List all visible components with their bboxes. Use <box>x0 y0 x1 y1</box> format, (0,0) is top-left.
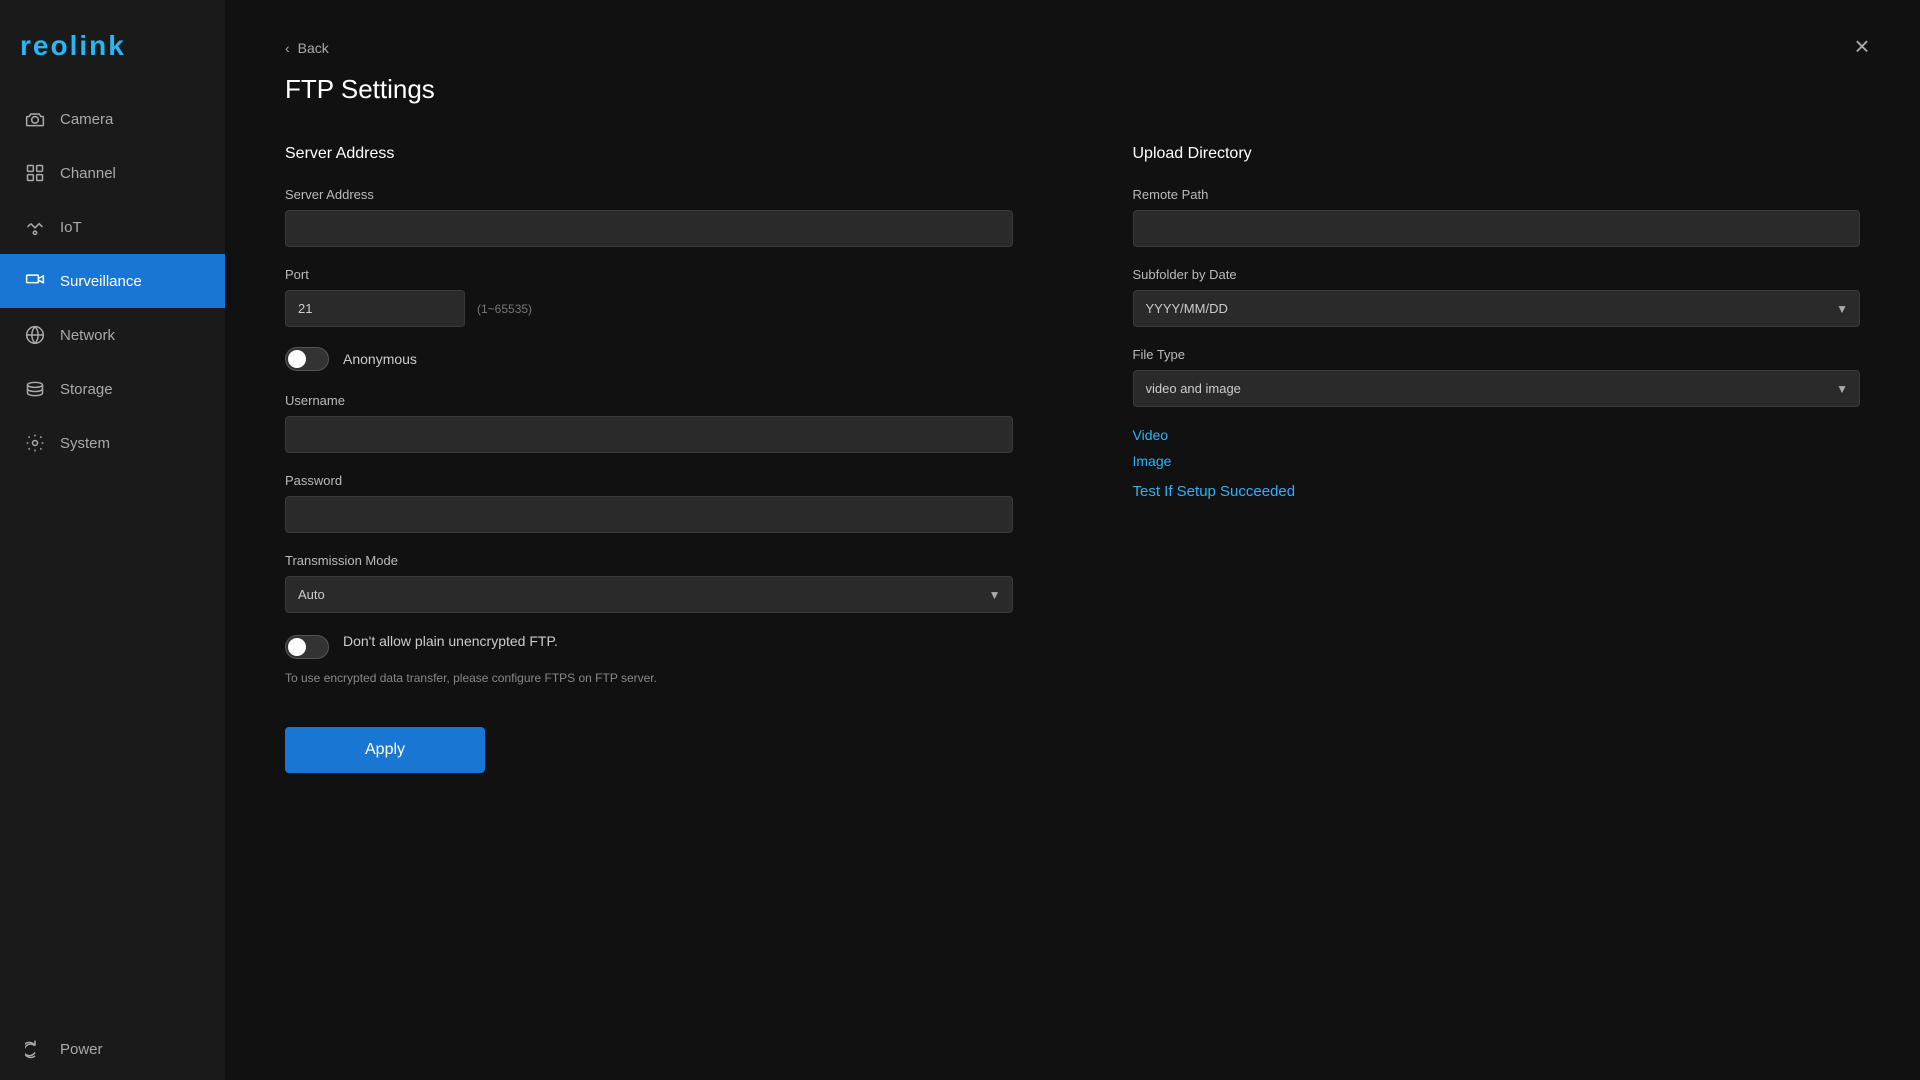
iot-icon <box>24 216 46 238</box>
server-address-label: Server Address <box>285 187 1013 202</box>
main-content: × ‹ Back FTP Settings Server Address Ser… <box>225 0 1920 1080</box>
remote-path-input[interactable] <box>1133 210 1861 247</box>
port-row: (1~65535) <box>285 290 1013 327</box>
port-hint: (1~65535) <box>477 302 532 316</box>
sidebar-item-system[interactable]: System <box>0 416 225 470</box>
anonymous-toggle-thumb <box>288 350 306 368</box>
server-address-section: Server Address Server Address Port (1~65… <box>285 145 1013 687</box>
remote-path-label: Remote Path <box>1133 187 1861 202</box>
sidebar-item-storage[interactable]: Storage <box>0 362 225 416</box>
upload-directory-title: Upload Directory <box>1133 145 1861 163</box>
back-label: Back <box>298 40 329 56</box>
server-address-input[interactable] <box>285 210 1013 247</box>
sidebar-label-storage: Storage <box>60 381 113 398</box>
camera-icon <box>24 108 46 130</box>
port-input[interactable] <box>285 290 465 327</box>
file-type-wrapper: video and image video image ▼ <box>1133 370 1861 407</box>
server-address-title: Server Address <box>285 145 1013 163</box>
sidebar-label-network: Network <box>60 327 115 344</box>
anonymous-toggle[interactable] <box>285 347 329 371</box>
anonymous-label: Anonymous <box>343 351 417 367</box>
video-link[interactable]: Video <box>1133 427 1861 443</box>
storage-icon <box>24 378 46 400</box>
anonymous-toggle-row: Anonymous <box>285 347 1013 371</box>
sidebar-label-system: System <box>60 435 110 452</box>
encrypt-toggle[interactable] <box>285 635 329 659</box>
sidebar-item-surveillance[interactable]: Surveillance <box>0 254 225 308</box>
password-label: Password <box>285 473 1013 488</box>
back-chevron-icon: ‹ <box>285 40 290 56</box>
sidebar-label-surveillance: Surveillance <box>60 273 142 290</box>
sidebar-label-camera: Camera <box>60 111 113 128</box>
power-label: Power <box>60 1041 103 1058</box>
username-label: Username <box>285 393 1013 408</box>
network-icon <box>24 324 46 346</box>
upload-directory-section: Upload Directory Remote Path Subfolder b… <box>1133 145 1861 687</box>
subfolder-select[interactable]: YYYY/MM/DD MM/DD/YYYY DD/MM/YYYY None <box>1133 290 1861 327</box>
system-icon <box>24 432 46 454</box>
logo: reolink <box>0 0 225 92</box>
back-navigation[interactable]: ‹ Back <box>285 40 1860 56</box>
sidebar-label-iot: IoT <box>60 219 82 236</box>
form-grid: Server Address Server Address Port (1~65… <box>285 145 1860 687</box>
test-setup-link[interactable]: Test If Setup Succeeded <box>1133 483 1861 500</box>
apply-button[interactable]: Apply <box>285 727 485 773</box>
logo-text: reolink <box>20 30 126 62</box>
file-type-label: File Type <box>1133 347 1861 362</box>
password-input[interactable] <box>285 496 1013 533</box>
sidebar-item-network[interactable]: Network <box>0 308 225 362</box>
encrypt-toggle-thumb <box>288 638 306 656</box>
sidebar: reolink Camera Channel <box>0 0 225 1080</box>
transmission-mode-select[interactable]: Auto Passive Active <box>285 576 1013 613</box>
subfolder-label: Subfolder by Date <box>1133 267 1861 282</box>
file-type-select[interactable]: video and image video image <box>1133 370 1861 407</box>
power-button[interactable]: Power <box>0 1018 225 1080</box>
close-button[interactable]: × <box>1844 28 1880 64</box>
page-title: FTP Settings <box>285 74 1860 105</box>
encrypt-toggle-row: Don't allow plain unencrypted FTP. <box>285 633 1013 659</box>
subfolder-wrapper: YYYY/MM/DD MM/DD/YYYY DD/MM/YYYY None ▼ <box>1133 290 1861 327</box>
encrypt-description: To use encrypted data transfer, please c… <box>285 669 725 687</box>
channel-icon <box>24 162 46 184</box>
sidebar-label-channel: Channel <box>60 165 116 182</box>
sidebar-item-camera[interactable]: Camera <box>0 92 225 146</box>
username-input[interactable] <box>285 416 1013 453</box>
transmission-mode-label: Transmission Mode <box>285 553 1013 568</box>
encrypt-label: Don't allow plain unencrypted FTP. <box>343 633 558 649</box>
sidebar-item-iot[interactable]: IoT <box>0 200 225 254</box>
surveillance-icon <box>24 270 46 292</box>
transmission-mode-wrapper: Auto Passive Active ▼ <box>285 576 1013 613</box>
power-icon <box>24 1038 46 1060</box>
sidebar-item-channel[interactable]: Channel <box>0 146 225 200</box>
image-link[interactable]: Image <box>1133 453 1861 469</box>
port-label: Port <box>285 267 1013 282</box>
